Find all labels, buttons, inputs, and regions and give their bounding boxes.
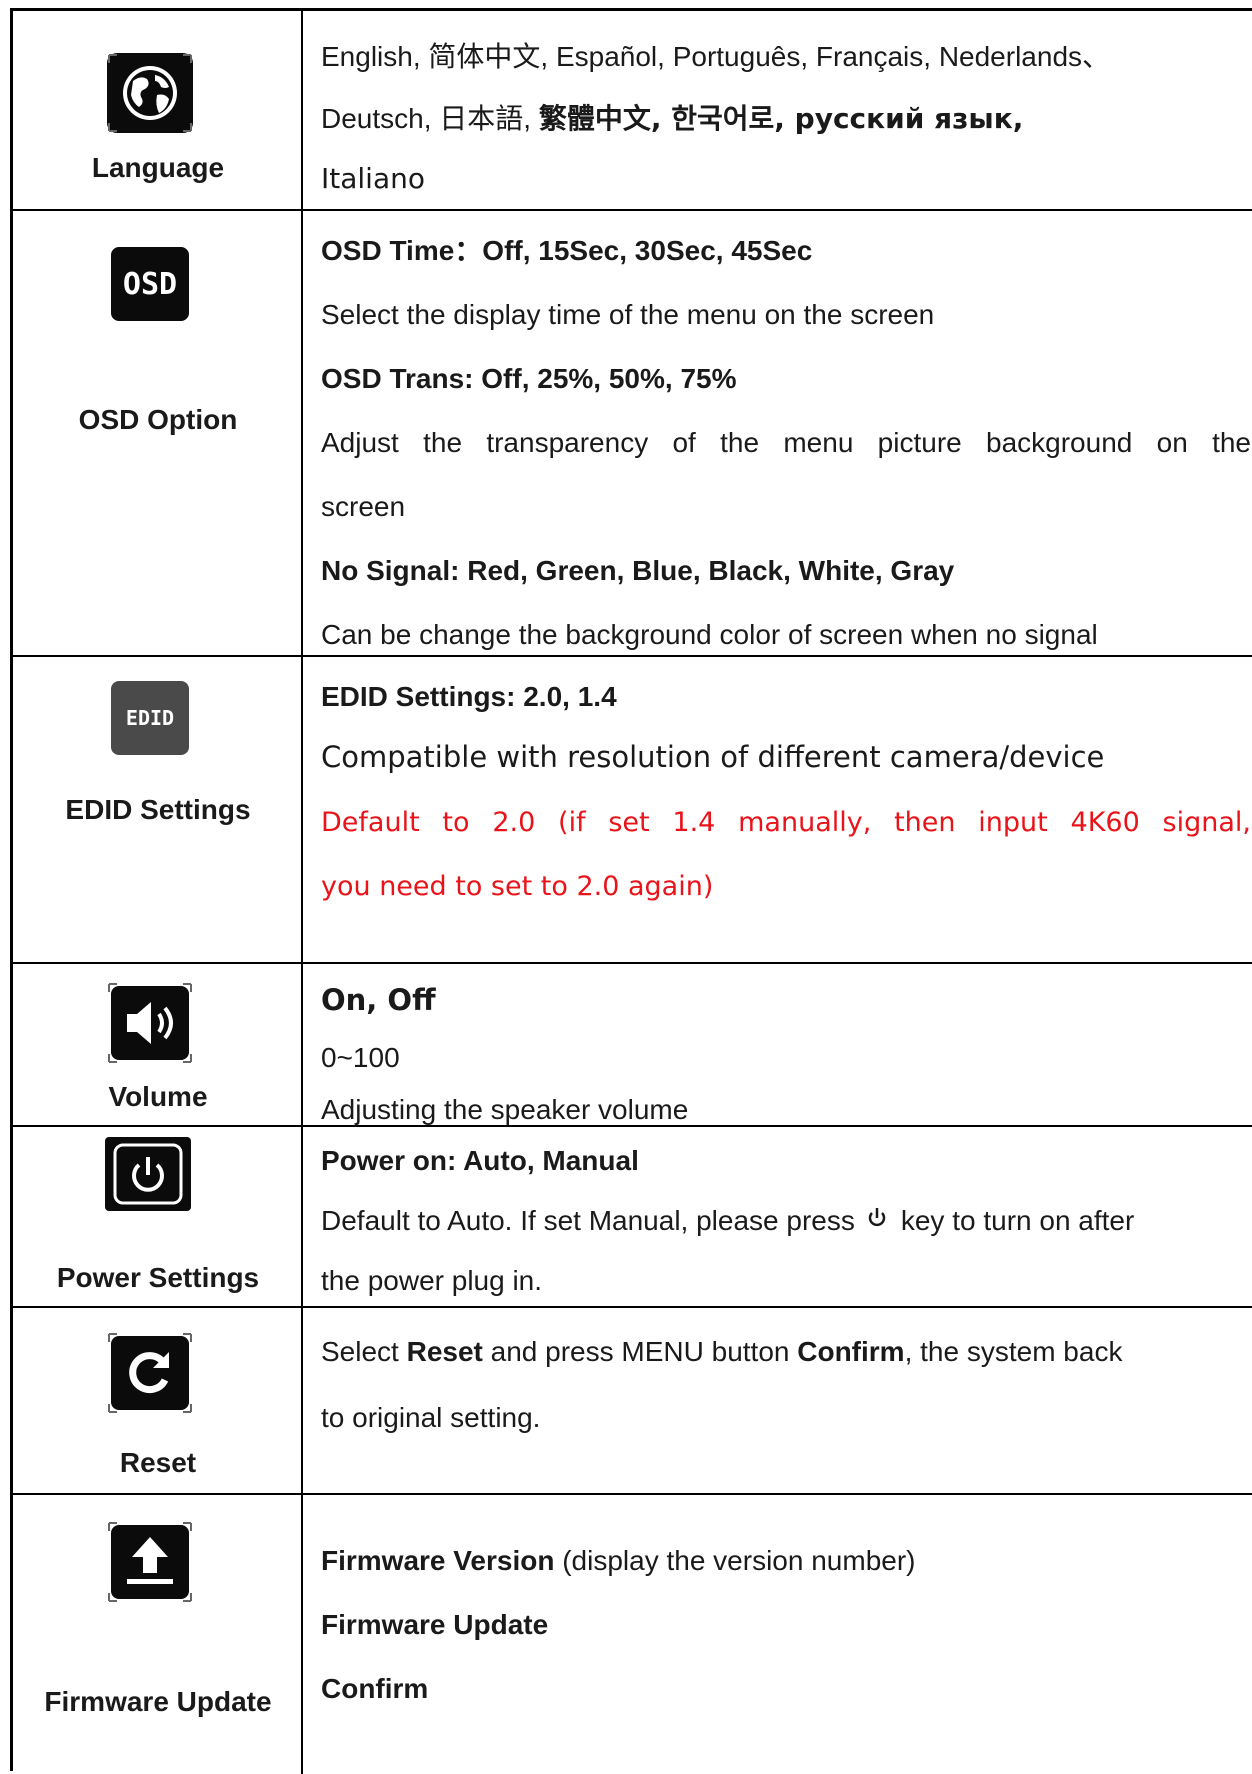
row-osd-label-cell: OSD OSD Option [13,211,303,655]
row-reset-content: Select Reset and press MENU button Confi… [303,1308,1252,1493]
firmware-confirm-line: Confirm [321,1673,429,1704]
language-options-line-2a: Deutsch, 日本語, [321,103,539,134]
language-options-line-2b: 繁體中文, 한국어로, русский язык, [538,102,1024,135]
row-language-title: Language [91,152,225,183]
row-reset-title: Reset [119,1447,197,1478]
language-options-line-1: English, 简体中文, Español, Português, Franç… [321,41,1111,72]
reset-description-1: Select Reset and press MENU button Confi… [321,1334,1122,1370]
volume-range: 0~100 [321,1042,400,1073]
row-volume-content: On, Off 0~100 Adjusting the speaker volu… [303,964,1252,1125]
edid-description: Compatible with resolution of different … [321,740,1105,774]
reset-desc-1a: Select [321,1336,407,1367]
row-edid-title: EDID Settings [65,794,251,825]
language-options-line-3: Italiano [321,162,425,195]
row-volume-label-cell: Volume [13,964,303,1125]
row-edid-label-cell: EDID EDID Settings [13,657,303,962]
row-firmware-title: Firmware Update [44,1686,272,1717]
row-volume-title: Volume [108,1081,208,1112]
no-signal-description: Can be change the background color of sc… [321,619,1098,650]
reset-description-2: to original setting. [321,1402,541,1433]
row-language: Language English, 简体中文, Español, Portugu… [13,11,1252,211]
globe-icon [107,53,193,133]
osd-trans-line: OSD Trans: Off, 25%, 50%, 75% [321,363,737,394]
row-reset-label-cell: Reset [13,1308,303,1493]
row-volume: Volume On, Off 0~100 Adjusting the speak… [13,964,1252,1127]
speaker-icon [108,983,192,1063]
row-edid-content: EDID Settings: 2.0, 1.4 Compatible with … [303,657,1252,962]
row-firmware-content: Firmware Version (display the version nu… [303,1495,1252,1774]
row-osd: OSD OSD Option OSD Time：Off, 15Sec, 30Se… [13,211,1252,657]
osd-icon-text: OSD [122,266,178,302]
firmware-version-note: (display the version number) [554,1545,916,1576]
osd-icon: OSD [103,241,197,327]
firmware-version-label: Firmware Version [321,1545,555,1576]
power-key-icon [868,1208,886,1227]
upload-icon [108,1522,192,1602]
no-signal-line: No Signal: Red, Green, Blue, Black, Whit… [321,555,955,586]
row-edid: EDID EDID Settings EDID Settings: 2.0, 1… [13,657,1252,964]
row-power: Power Settings Power on: Auto, Manual De… [13,1127,1252,1308]
osd-trans-description-2: screen [321,491,406,522]
osd-time-line: OSD Time：Off, 15Sec, 30Sec, 45Sec [321,235,813,266]
power-description-1: Default to Auto. If set Manual, please p… [321,1203,1134,1239]
osd-trans-description-1: Adjust the transparency of the menu pict… [321,427,1251,458]
row-language-content: English, 简体中文, Español, Português, Franç… [303,11,1252,209]
row-language-label-cell: Language [13,11,303,209]
power-description-1b: key to turn on after [900,1205,1135,1236]
firmware-update-line: Firmware Update [321,1609,549,1640]
edid-default-note-1: Default to 2.0 (if set 1.4 manually, the… [321,807,1251,838]
osd-time-description: Select the display time of the menu on t… [321,299,935,330]
edid-icon: EDID [103,675,197,761]
row-osd-title: OSD Option [78,404,238,435]
reset-icon [108,1333,192,1413]
language-options-line-2: Deutsch, 日本語, 繁體中文, 한국어로, русский язык, [321,101,1023,137]
edid-settings-line: EDID Settings: 2.0, 1.4 [321,681,617,712]
edid-icon-text: EDID [125,706,175,730]
settings-table: Language English, 简体中文, Español, Portugu… [10,8,1252,1774]
edid-default-note-2: you need to set to 2.0 again) [321,871,714,902]
row-osd-content: OSD Time：Off, 15Sec, 30Sec, 45Sec Select… [303,211,1252,655]
power-description-2: the power plug in. [321,1265,543,1296]
row-firmware-label-cell: Firmware Update [13,1495,303,1774]
firmware-version-line: Firmware Version (display the version nu… [321,1543,915,1579]
reset-desc-1e: , the system back [904,1336,1123,1367]
volume-on-off: On, Off [321,983,436,1017]
row-reset: Reset Select Reset and press MENU button… [13,1308,1252,1495]
reset-desc-1c: and press MENU button [482,1336,798,1367]
power-on-line: Power on: Auto, Manual [321,1145,639,1176]
volume-description: Adjusting the speaker volume [321,1094,689,1125]
row-power-content: Power on: Auto, Manual Default to Auto. … [303,1127,1252,1306]
reset-desc-1b: Reset [406,1336,483,1367]
row-power-label-cell: Power Settings [13,1127,303,1306]
reset-desc-1d: Confirm [797,1336,905,1367]
power-icon [105,1137,191,1211]
power-description-1a: Default to Auto. If set Manual, please p… [321,1205,855,1236]
row-firmware: Firmware Update Firmware Version (displa… [13,1495,1252,1774]
row-power-title: Power Settings [56,1262,260,1293]
